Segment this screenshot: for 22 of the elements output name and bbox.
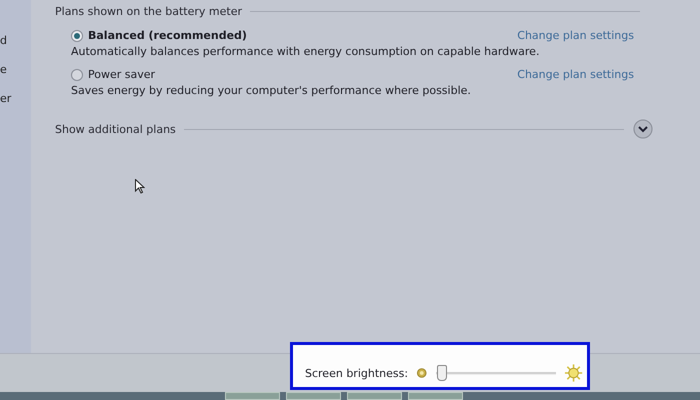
radio-button[interactable] [71, 68, 83, 80]
expand-button[interactable] [632, 119, 654, 139]
taskbar-button[interactable] [408, 392, 463, 400]
sidebar-link[interactable]: d [0, 34, 7, 48]
slider-thumb[interactable] [437, 365, 448, 381]
taskbar-button[interactable] [225, 392, 280, 400]
section-title: Plans shown on the battery meter [55, 4, 242, 18]
brightness-label: Screen brightness: [305, 366, 408, 380]
plan-description: Saves energy by reducing your computer's performance where possible. [71, 84, 472, 97]
plan-description: Automatically balances performance with energy consumption on capable hardware. [71, 45, 540, 58]
sidebar-link[interactable]: e [0, 63, 7, 77]
taskbar-button[interactable] [286, 392, 341, 400]
mouse-cursor-icon [135, 179, 145, 194]
plan-name[interactable]: Power saver [88, 68, 156, 81]
radio-button[interactable] [71, 30, 83, 42]
plan-name[interactable]: Balanced (recommended) [88, 29, 247, 42]
bright-sun-icon [564, 363, 584, 383]
additional-plans-label: Show additional plans [55, 122, 176, 136]
dim-sun-icon [416, 367, 428, 379]
taskbar-button[interactable] [347, 392, 402, 400]
sidebar-link[interactable]: er [0, 92, 12, 106]
brightness-slider[interactable] [436, 363, 556, 383]
